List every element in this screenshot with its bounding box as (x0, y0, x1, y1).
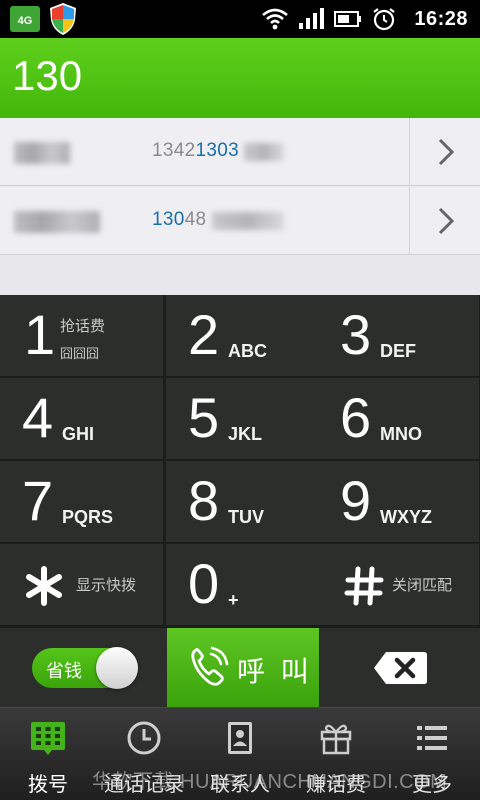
tab-label: 拨号 (28, 774, 68, 796)
clock-time: 16:28 (414, 7, 468, 30)
key-letters: ABC (228, 341, 267, 361)
backspace-icon[interactable] (372, 650, 428, 686)
save-money-toggle[interactable]: 省钱 (32, 647, 138, 689)
list-item[interactable]: 13421303 (0, 118, 480, 186)
signal-icon (299, 8, 325, 29)
wifi-icon (262, 8, 289, 30)
dial-actions-row: 省钱 呼 叫 (0, 627, 480, 708)
key-1[interactable]: 1 抢话费 囧囧囧 (0, 295, 164, 377)
battery-icon (334, 11, 362, 27)
toggle-knob (96, 647, 138, 689)
number-blurred (212, 212, 284, 230)
key-2[interactable]: 2 ABC (166, 295, 330, 377)
key-digit: 4 (22, 386, 54, 449)
status-bar: 4G 16:28 (0, 0, 480, 38)
call-label: 呼 叫 (237, 656, 313, 687)
key-digit: 9 (340, 469, 372, 532)
quick-dial-label: 显示快拨 (76, 577, 137, 594)
contact-name-blurred (14, 211, 100, 233)
asterisk-icon (26, 566, 62, 606)
key-promo-label: 抢话费 (60, 318, 106, 335)
call-button[interactable]: 呼 叫 (167, 628, 319, 708)
chevron-right-icon (438, 138, 455, 166)
watermark-text: 华软下载 HUARUANCHUANGDI.COM (92, 771, 448, 793)
key-letters: DEF (380, 341, 416, 361)
close-match-label: 关闭匹配 (392, 577, 453, 594)
alarm-icon (373, 8, 396, 31)
tab-dialpad[interactable]: 拨号 (0, 708, 96, 800)
key-digit: 7 (22, 469, 54, 532)
key-digit: 3 (340, 303, 372, 366)
contacts-book-icon (228, 722, 252, 754)
contact-detail-button[interactable] (409, 118, 480, 186)
contact-detail-button[interactable] (409, 187, 480, 255)
key-letters: WXYZ (380, 507, 432, 527)
dialed-number: 130 (12, 52, 83, 99)
key-digit: 5 (188, 386, 220, 449)
key-letters: GHI (62, 424, 95, 444)
key-8[interactable]: 8 TUV (166, 461, 330, 543)
key-letters: TUV (228, 507, 264, 527)
key-7[interactable]: 7 PQRS (0, 461, 164, 543)
key-3[interactable]: 3 DEF (318, 295, 480, 377)
security-shield-icon (50, 3, 76, 35)
key-digit: 1 (24, 303, 56, 366)
key-letters: PQRS (62, 507, 114, 527)
key-star[interactable]: 显示快拨 (0, 544, 164, 626)
number-blurred (244, 143, 284, 161)
key-letters: JKL (228, 424, 263, 444)
contact-name-blurred (14, 142, 70, 164)
list-item[interactable]: 13048 (0, 187, 480, 255)
key-hash[interactable]: 关闭匹配 (318, 544, 480, 626)
chevron-right-icon (438, 207, 455, 235)
save-money-label: 省钱 (46, 661, 82, 681)
hash-icon (344, 566, 384, 606)
contact-number: 13048 (152, 209, 207, 230)
list-icon (417, 726, 447, 750)
key-digit: 8 (188, 469, 220, 532)
key-9[interactable]: 9 WXYZ (318, 461, 480, 543)
contact-number: 13421303 (152, 140, 239, 161)
contact-results-list: 13421303 13048 (0, 118, 480, 295)
key-digit: 2 (188, 303, 220, 366)
key-0[interactable]: 0 + (166, 544, 330, 626)
phone-call-icon (191, 646, 229, 686)
dialpad-icon (31, 722, 65, 755)
key-letters: + (228, 590, 239, 610)
dial-keypad: 1 抢话费 囧囧囧 2 ABC 3 DEF 4 GHI 5 JKL 6 MNO … (0, 295, 480, 627)
key-5[interactable]: 5 JKL (166, 378, 330, 460)
network-4g-icon: 4G (10, 6, 40, 32)
dial-header: 130 (0, 38, 480, 118)
gift-icon (320, 724, 352, 755)
clock-icon (127, 721, 161, 755)
dialer-screen: 4G 16:28 130 13421303 13048 1 抢话费 囧囧囧 2 … (0, 0, 480, 800)
key-6[interactable]: 6 MNO (318, 378, 480, 460)
key-letters: MNO (380, 424, 422, 444)
key-digit: 0 (188, 552, 220, 615)
key-promo-sublabel: 囧囧囧 (60, 346, 100, 361)
key-4[interactable]: 4 GHI (0, 378, 164, 460)
key-digit: 6 (340, 386, 372, 449)
